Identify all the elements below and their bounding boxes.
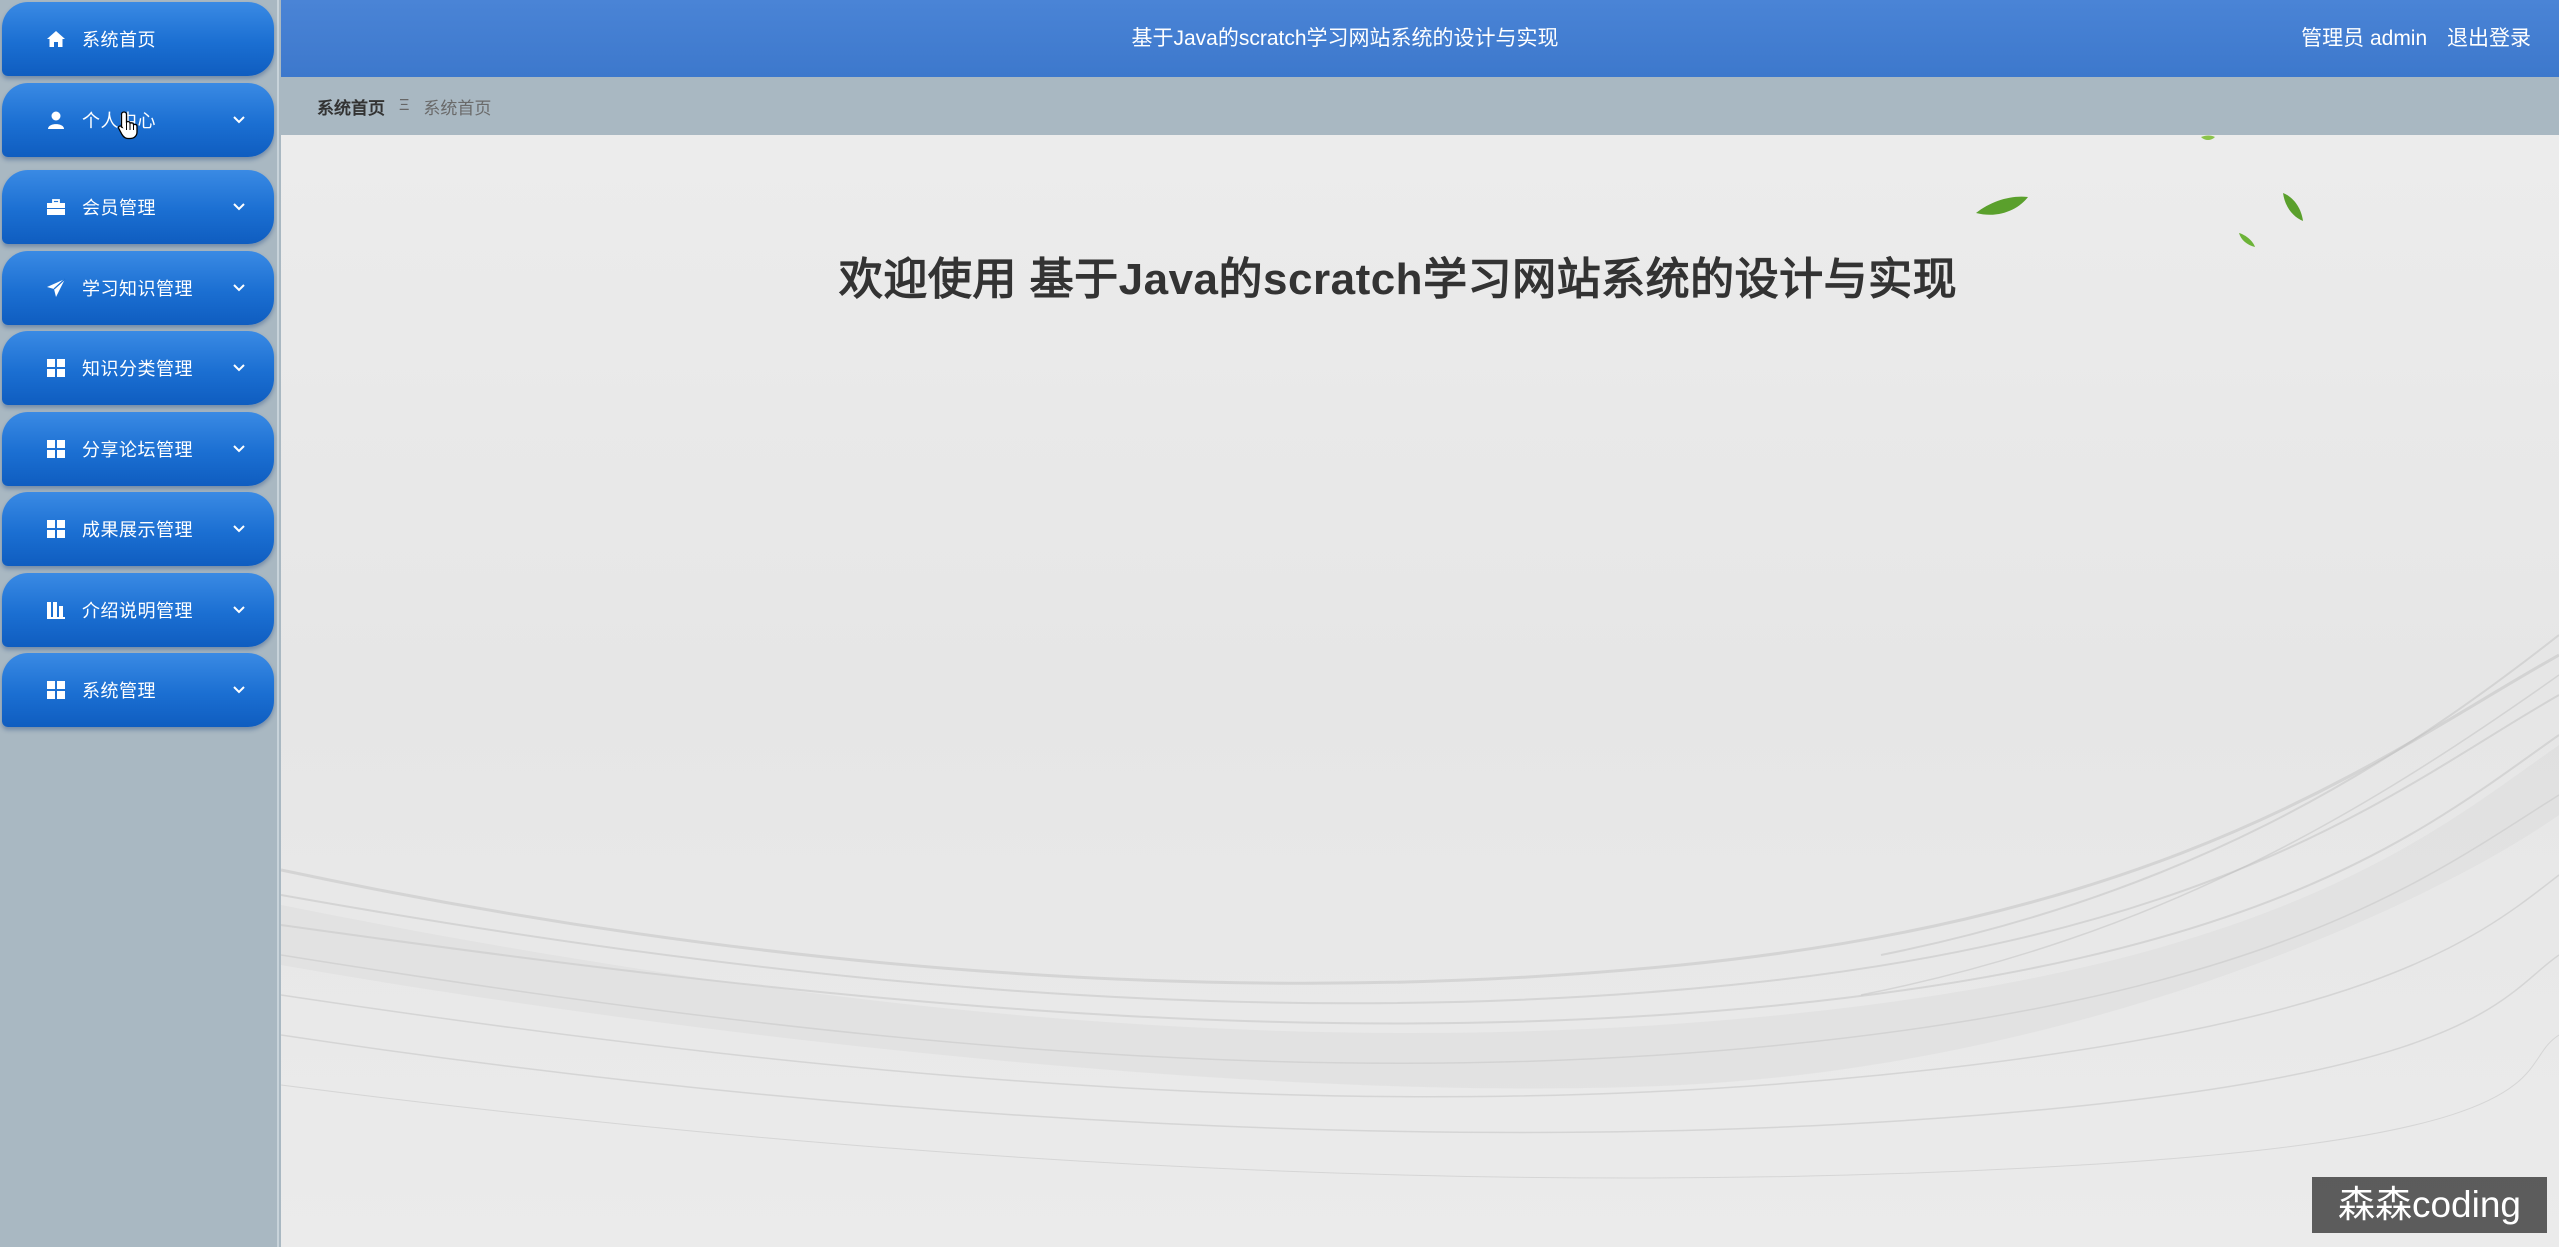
logout-link[interactable]: 退出登录 xyxy=(2447,27,2531,50)
hand-cursor-icon xyxy=(117,111,138,140)
sidebar-item-home[interactable]: 系统首页 xyxy=(2,2,274,76)
breadcrumb-separator: Ξ xyxy=(399,97,410,114)
paper-plane-icon xyxy=(44,276,68,300)
leaf-decoration xyxy=(2201,135,2215,140)
leaf-decoration xyxy=(1976,196,2028,215)
grid-icon xyxy=(44,437,68,461)
breadcrumb: 系统首页 Ξ 系统首页 xyxy=(281,77,2559,135)
sidebar-item-label: 介绍说明管理 xyxy=(82,601,193,621)
top-header: 基于Java的scratch学习网站系统的设计与实现 管理员 admin 退出登… xyxy=(281,0,2559,77)
app-title: 基于Java的scratch学习网站系统的设计与实现 xyxy=(1131,27,1559,50)
user-label: 管理员 admin xyxy=(2301,27,2428,50)
sidebar-item-forum-management[interactable]: 分享论坛管理 xyxy=(2,412,274,486)
sidebar-item-label: 知识分类管理 xyxy=(82,359,193,379)
bar-chart-icon xyxy=(44,598,68,622)
sidebar-item-label: 学习知识管理 xyxy=(82,279,193,299)
chevron-down-icon xyxy=(230,601,248,619)
home-icon xyxy=(44,27,68,51)
leaf-decoration xyxy=(2283,193,2303,221)
welcome-title: 欢迎使用 基于Java的scratch学习网站系统的设计与实现 xyxy=(838,255,1958,304)
sidebar-item-label: 成果展示管理 xyxy=(82,520,193,540)
chevron-down-icon xyxy=(230,198,248,216)
sidebar-item-member-management[interactable]: 会员管理 xyxy=(2,170,274,244)
sidebar-item-label: 系统管理 xyxy=(82,681,156,701)
chevron-down-icon xyxy=(230,520,248,538)
grid-icon xyxy=(44,517,68,541)
chevron-down-icon xyxy=(230,279,248,297)
user-area: 管理员 admin 退出登录 xyxy=(2301,0,2531,77)
breadcrumb-home-link[interactable]: 系统首页 xyxy=(317,94,385,119)
briefcase-icon xyxy=(44,195,68,219)
sidebar-item-label: 会员管理 xyxy=(82,198,156,218)
chevron-down-icon xyxy=(230,681,248,699)
chevron-down-icon xyxy=(230,440,248,458)
sidebar-item-knowledge-management[interactable]: 学习知识管理 xyxy=(2,251,274,325)
sidebar-item-introduction-management[interactable]: 介绍说明管理 xyxy=(2,573,274,647)
chevron-down-icon xyxy=(230,111,248,129)
sidebar-item-achievement-management[interactable]: 成果展示管理 xyxy=(2,492,274,566)
sidebar-item-label: 分享论坛管理 xyxy=(82,440,193,460)
grid-icon xyxy=(44,356,68,380)
watermark: 森森coding xyxy=(2312,1177,2547,1233)
sidebar-item-system-management[interactable]: 系统管理 xyxy=(2,653,274,727)
grid-icon xyxy=(44,678,68,702)
sidebar-item-category-management[interactable]: 知识分类管理 xyxy=(2,331,274,405)
user-icon xyxy=(44,108,68,132)
breadcrumb-current: 系统首页 xyxy=(423,98,492,118)
sidebar-item-label: 系统首页 xyxy=(82,30,156,50)
chevron-down-icon xyxy=(230,359,248,377)
sidebar: 系统首页 个人中心 会员管理 学习知识管理 知识分类管理 分享论坛管理 成果展示… xyxy=(0,0,279,1247)
main-content: 欢迎使用 基于Java的scratch学习网站系统的设计与实现 xyxy=(281,135,2559,1247)
